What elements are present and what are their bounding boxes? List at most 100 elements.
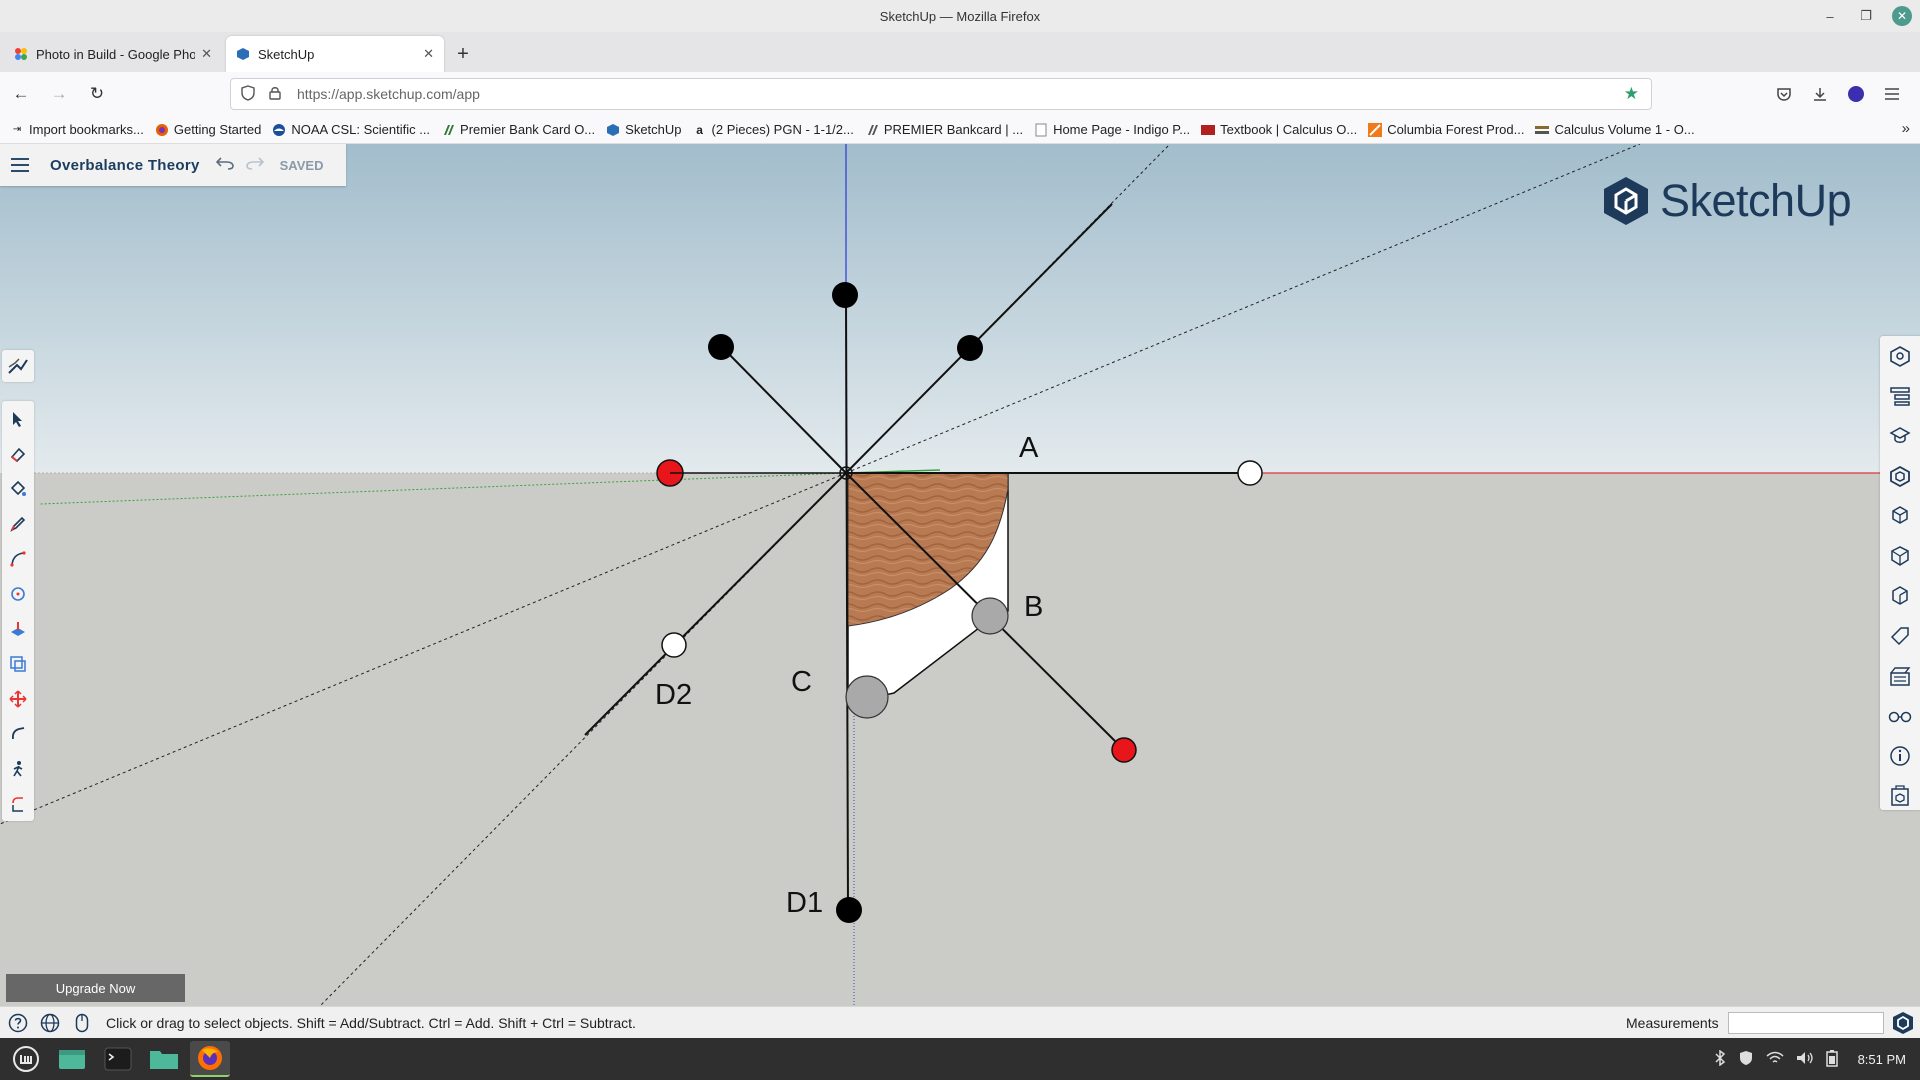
- display-panel[interactable]: [1880, 656, 1920, 696]
- bookmarks-toolbar: ⇥ Import bookmarks... Getting Started NOA…: [0, 116, 1920, 144]
- volume-icon[interactable]: [1796, 1051, 1814, 1068]
- redo-icon[interactable]: [245, 155, 264, 175]
- help-icon[interactable]: [4, 1009, 32, 1037]
- close-window-button[interactable]: ✕: [1892, 6, 1912, 26]
- forward-button[interactable]: →: [42, 77, 76, 111]
- gray-marker[interactable]: [845, 675, 889, 719]
- firefox-taskbar-icon[interactable]: [190, 1041, 230, 1077]
- eraser-icon: [10, 447, 26, 462]
- bookmark-indigo[interactable]: Home Page - Indigo P...: [1034, 122, 1190, 137]
- bookmark-sketchup[interactable]: SketchUp: [606, 122, 682, 137]
- push-pull-tool[interactable]: [2, 611, 34, 646]
- eraser-tool[interactable]: [2, 436, 34, 471]
- tab-sketchup[interactable]: SketchUp ✕: [226, 36, 444, 72]
- hamburger-menu-icon[interactable]: [0, 158, 40, 172]
- downloads-icon[interactable]: [1804, 78, 1836, 110]
- paint-tool[interactable]: [2, 471, 34, 506]
- wifi-icon[interactable]: [1766, 1051, 1784, 1068]
- back-button[interactable]: ←: [4, 77, 38, 111]
- bookmark-premier-card[interactable]: Premier Bank Card O...: [441, 122, 595, 137]
- offset-tool[interactable]: [2, 646, 34, 681]
- shield-icon[interactable]: [241, 84, 261, 104]
- new-tab-button[interactable]: +: [448, 36, 478, 72]
- right-panel: [1880, 336, 1920, 810]
- edge-diagonal-up[interactable]: [845, 203, 1113, 474]
- walk-tool[interactable]: [2, 751, 34, 786]
- undo-icon[interactable]: [215, 155, 234, 175]
- show-desktop-icon[interactable]: [52, 1041, 92, 1077]
- measurements-input[interactable]: [1728, 1012, 1884, 1034]
- point-marker[interactable]: [832, 282, 858, 308]
- pencil-tool[interactable]: [2, 506, 34, 541]
- edge-up-left[interactable]: [721, 346, 847, 474]
- bookmark-amazon[interactable]: a (2 Pieces) PGN - 1-1/2...: [693, 122, 854, 137]
- outliner-panel[interactable]: [1880, 376, 1920, 416]
- bookmark-star-icon[interactable]: ★: [1624, 84, 1639, 104]
- tab-google-photos[interactable]: Photo in Build - Google Phot ✕: [4, 36, 222, 72]
- sketchup-viewport[interactable]: A B C D1 D2 Overbalance Theory SAVED Ske…: [0, 144, 1920, 1006]
- solid-inspector-panel[interactable]: [1880, 776, 1920, 816]
- upgrade-now-button[interactable]: Upgrade Now: [6, 974, 185, 1002]
- model-scene[interactable]: A B C D1 D2: [0, 144, 1920, 1006]
- menu-icon[interactable]: [1876, 78, 1908, 110]
- mouse-icon[interactable]: [68, 1009, 96, 1037]
- materials-panel[interactable]: [1880, 496, 1920, 536]
- account-icon[interactable]: [1840, 78, 1872, 110]
- lock-icon[interactable]: [269, 86, 289, 103]
- gray-marker[interactable]: [971, 597, 1009, 635]
- point-marker[interactable]: [708, 334, 734, 360]
- green-axis-dotted: [39, 472, 847, 505]
- document-title[interactable]: Overbalance Theory: [50, 157, 200, 174]
- open-marker[interactable]: [661, 632, 687, 658]
- walk-icon: [13, 760, 23, 776]
- instructor-panel[interactable]: [1880, 416, 1920, 456]
- circle-tool[interactable]: [2, 576, 34, 611]
- bookmark-columbia[interactable]: Columbia Forest Prod...: [1368, 122, 1524, 137]
- navigation-bar: ← → ↻ https://app.sketchup.com/app ★: [0, 72, 1920, 116]
- mint-menu-icon[interactable]: [6, 1041, 46, 1077]
- globe-icon[interactable]: [36, 1009, 64, 1037]
- url-bar[interactable]: https://app.sketchup.com/app ★: [230, 78, 1652, 110]
- clock[interactable]: 8:51 PM: [1858, 1052, 1906, 1067]
- maximize-button[interactable]: ❐: [1848, 0, 1884, 32]
- red-marker[interactable]: [1111, 737, 1137, 763]
- point-marker[interactable]: [957, 335, 983, 361]
- bluetooth-icon[interactable]: [1714, 1049, 1726, 1069]
- sketchup-logo: SketchUp: [1602, 175, 1852, 227]
- minimize-button[interactable]: –: [1812, 0, 1848, 32]
- bookmarks-overflow-button[interactable]: »: [1902, 120, 1910, 137]
- open-marker[interactable]: [1237, 460, 1263, 486]
- scenes-panel[interactable]: [1880, 576, 1920, 616]
- tab-close-button[interactable]: ✕: [423, 46, 434, 62]
- bookmark-import[interactable]: ⇥ Import bookmarks...: [10, 122, 144, 137]
- bookmark-getting-started[interactable]: Getting Started: [155, 122, 261, 137]
- tab-close-button[interactable]: ✕: [201, 46, 212, 62]
- scenes-tool[interactable]: [2, 350, 34, 382]
- model-info-panel[interactable]: [1880, 736, 1920, 776]
- arc-tool[interactable]: [2, 541, 34, 576]
- shield-tray-icon[interactable]: [1738, 1050, 1754, 1069]
- move-tool[interactable]: [2, 681, 34, 716]
- battery-icon[interactable]: [1825, 1049, 1838, 1070]
- bookmark-calculus[interactable]: Calculus Volume 1 - O...: [1535, 122, 1695, 137]
- reload-button[interactable]: ↻: [80, 77, 114, 111]
- circle-icon: [11, 586, 25, 601]
- tags-panel[interactable]: [1880, 616, 1920, 656]
- toolbar-right: [1768, 78, 1908, 110]
- url-text[interactable]: https://app.sketchup.com/app: [297, 86, 480, 102]
- entity-info-panel[interactable]: [1880, 336, 1920, 376]
- pocket-icon[interactable]: [1768, 78, 1800, 110]
- point-marker[interactable]: [836, 897, 862, 923]
- bookmark-noaa[interactable]: NOAA CSL: Scientific ...: [272, 122, 430, 137]
- bookmark-textbook[interactable]: Textbook | Calculus O...: [1201, 122, 1357, 137]
- edge-vertical[interactable]: [845, 295, 849, 910]
- terminal-icon[interactable]: [98, 1041, 138, 1077]
- styles-panel[interactable]: [1880, 536, 1920, 576]
- view-panel[interactable]: [1880, 696, 1920, 736]
- select-tool[interactable]: [2, 401, 34, 436]
- tape-measure-tool[interactable]: [2, 716, 34, 751]
- files-icon[interactable]: [144, 1041, 184, 1077]
- section-tool[interactable]: [2, 786, 34, 821]
- bookmark-premier-bankcard[interactable]: PREMIER Bankcard | ...: [865, 122, 1023, 137]
- components-panel[interactable]: [1880, 456, 1920, 496]
